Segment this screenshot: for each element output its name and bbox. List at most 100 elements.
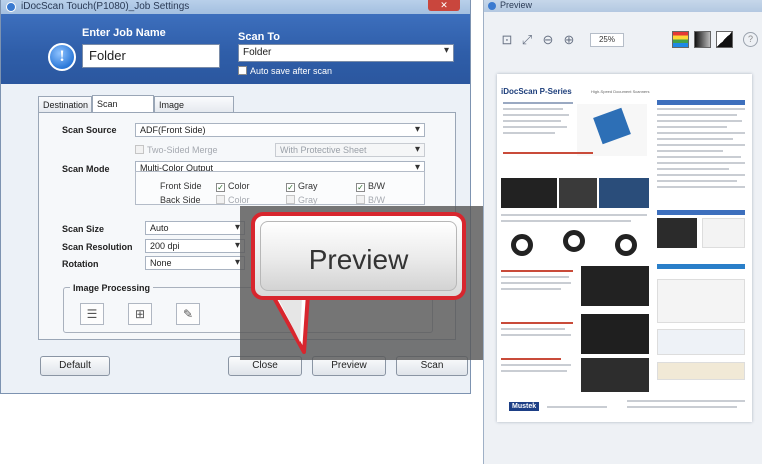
back-bw-label: B/W: [368, 195, 385, 205]
feature-photo: [559, 178, 597, 208]
roller-image: [511, 234, 533, 256]
front-gray-option[interactable]: ✓ Gray: [286, 181, 318, 192]
scan-to-select[interactable]: Folder: [238, 44, 454, 62]
page-text-line: [657, 138, 733, 140]
page-text-line: [501, 220, 631, 222]
document-title: iDocScan P-Series: [501, 87, 572, 96]
preview-window-title: Preview: [500, 0, 533, 10]
page-text-line: [657, 156, 741, 158]
page-text-line: [503, 108, 563, 110]
page-text-line: [503, 152, 593, 154]
job-name-label: Enter Job Name: [82, 27, 166, 39]
back-side-label: Back Side: [160, 195, 201, 205]
rotation-select[interactable]: None: [145, 256, 245, 270]
spec-header-bar: [657, 210, 745, 215]
page-text-line: [503, 132, 555, 134]
page-text-line: [627, 406, 737, 408]
document-preview[interactable]: iDocScan P-Series High-Speed Document Sc…: [497, 74, 752, 422]
back-gray-option: Gray: [286, 195, 318, 205]
auto-save-checkbox[interactable]: [238, 66, 247, 75]
two-sided-merge-label: Two-Sided Merge: [147, 145, 218, 155]
fit-page-icon[interactable]: ⤢: [520, 33, 534, 47]
page-text-line: [547, 406, 607, 408]
zoom-out-icon[interactable]: ⊖: [541, 33, 555, 47]
spec-table-image: [657, 218, 697, 248]
front-bw-checkbox[interactable]: ✓: [356, 183, 365, 192]
page-text-line: [657, 174, 745, 176]
front-color-label: Color: [228, 181, 250, 191]
back-gray-checkbox: [286, 195, 295, 204]
callout-label: Preview: [308, 244, 409, 275]
page-text-line: [657, 168, 729, 170]
zoom-level[interactable]: 25%: [590, 33, 624, 47]
front-bw-option[interactable]: ✓ B/W: [356, 181, 385, 192]
page-text-line: [627, 400, 745, 402]
spec-header-bar: [657, 100, 745, 105]
front-color-checkbox[interactable]: ✓: [216, 183, 225, 192]
preview-callout: Preview: [251, 212, 466, 300]
front-bw-label: B/W: [368, 181, 385, 191]
roller-image: [615, 234, 637, 256]
page-text-line: [503, 120, 561, 122]
crop-icon[interactable]: ⊞: [128, 303, 152, 325]
callout-button-face: Preview: [260, 221, 457, 291]
page-text-line: [657, 120, 742, 122]
zoom-in-icon[interactable]: ⊕: [562, 33, 576, 47]
actual-size-icon[interactable]: ⊡: [500, 33, 514, 47]
spec-table-image: [702, 218, 745, 248]
back-bw-checkbox: [356, 195, 365, 204]
back-color-label: Color: [228, 195, 250, 205]
spec-header-bar: [657, 264, 745, 269]
title-bar: iDocScan Touch(P1080)_Job Settings ✕: [1, 0, 470, 14]
page-text-line: [501, 334, 571, 336]
close-window-button[interactable]: ✕: [428, 0, 460, 11]
feature-photo: [581, 358, 649, 392]
document-logo: Mustek: [509, 402, 540, 411]
scan-source-select[interactable]: ADF(Front Side): [135, 123, 425, 137]
app-icon: [6, 2, 16, 12]
color-mode-icon[interactable]: [672, 31, 689, 48]
page-text-line: [501, 364, 571, 366]
edit-icon[interactable]: ✎: [176, 303, 200, 325]
scan-size-label: Scan Size: [62, 224, 105, 234]
page-text-line: [657, 126, 727, 128]
scan-resolution-select[interactable]: 200 dpi: [145, 239, 245, 253]
spec-image: [657, 362, 745, 380]
deskew-icon[interactable]: ☰: [80, 303, 104, 325]
help-icon[interactable]: ?: [743, 32, 758, 47]
document-subtitle: High-Speed Document Scanners: [591, 89, 650, 94]
feature-photo: [501, 178, 557, 208]
default-button[interactable]: Default: [40, 356, 110, 376]
tab-image-adjustments[interactable]: Image Adjustments: [154, 96, 234, 126]
scan-source-value: ADF(Front Side): [140, 125, 206, 135]
bw-mode-icon[interactable]: [716, 31, 733, 48]
back-bw-option: B/W: [356, 195, 385, 205]
grayscale-mode-icon[interactable]: [694, 31, 711, 48]
front-gray-checkbox[interactable]: ✓: [286, 183, 295, 192]
page-text-line: [657, 114, 737, 116]
job-name-input[interactable]: Folder: [82, 44, 220, 68]
spec-image: [657, 329, 745, 355]
scan-size-select[interactable]: Auto: [145, 221, 245, 235]
feature-photo: [599, 178, 649, 208]
page-text-line: [501, 370, 567, 372]
page-text-line: [501, 358, 561, 360]
rotation-label: Rotation: [62, 259, 99, 269]
tab-destination[interactable]: Destination: [38, 96, 92, 113]
two-sided-merge-checkbox: [135, 145, 144, 154]
page-text-line: [501, 328, 565, 330]
two-sided-merge-option: Two-Sided Merge: [135, 145, 218, 155]
auto-save-option[interactable]: Auto save after scan: [238, 66, 332, 76]
callout-pointer: [270, 294, 310, 354]
front-color-option[interactable]: ✓ Color: [216, 181, 250, 192]
merge-option-value: With Protective Sheet: [280, 145, 367, 155]
page-text-line: [501, 214, 647, 216]
page-text-line: [503, 102, 573, 104]
scan-source-label: Scan Source: [62, 125, 117, 135]
front-side-label: Front Side: [160, 181, 202, 191]
back-gray-label: Gray: [298, 195, 318, 205]
rotation-value: None: [150, 258, 172, 268]
preview-app-icon: [488, 2, 496, 10]
page-text-line: [501, 322, 573, 324]
scan-size-value: Auto: [150, 223, 169, 233]
